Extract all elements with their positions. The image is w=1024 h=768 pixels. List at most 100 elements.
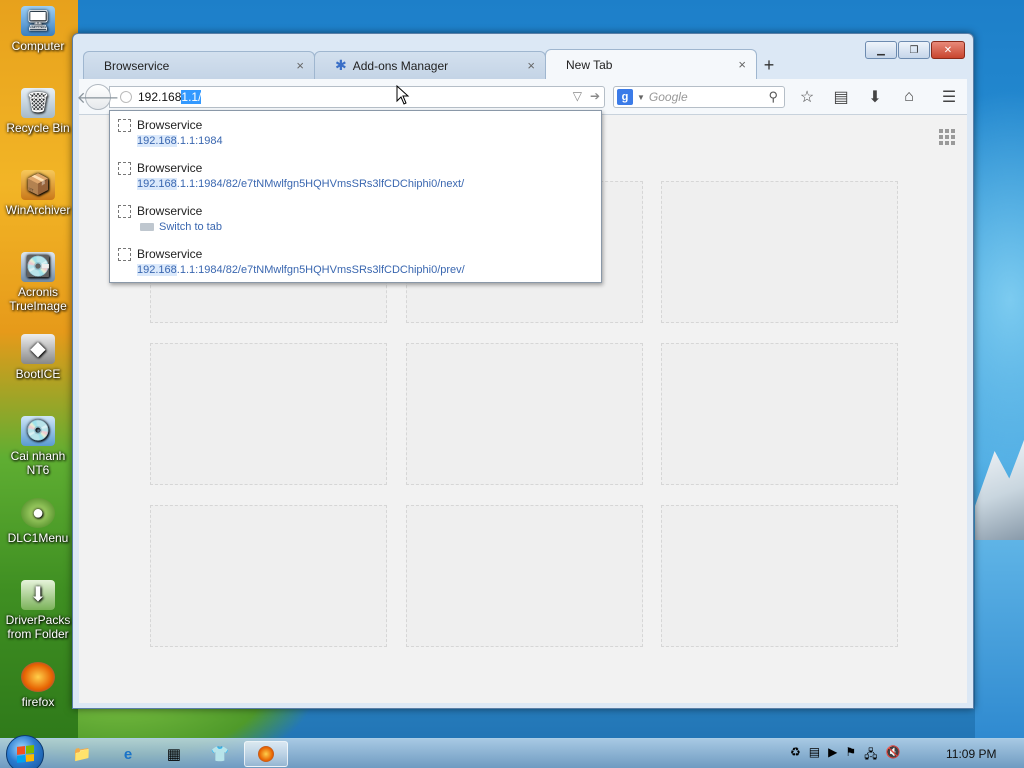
switch-to-tab-label: Switch to tab [159,221,222,233]
desktop-icon-label: WinArchiver [5,203,71,217]
tab-new-tab[interactable]: New Tab × [545,49,757,79]
tab-label: Add-ons Manager [352,58,449,73]
desktop-icon-acronis[interactable]: 💽 Acronis TrueImage [0,252,76,313]
url-autocomplete-selection: 1.1/ [181,90,202,104]
recycle-bin-icon: 🗑 [21,88,55,118]
go-arrow-icon[interactable]: ➔ [590,89,600,103]
home-icon[interactable]: ⌂ [897,85,921,109]
bookmarks-menu-icon[interactable]: ▤ [829,85,853,109]
suggestion-title: Browservice [137,204,203,218]
desktop-icon-label: Recycle Bin [6,121,70,135]
desktop-wallpaper-sea [975,540,1024,738]
desktop-icon-label: Acronis TrueImage [9,285,67,313]
downloads-icon[interactable]: ⬇ [863,85,887,109]
window-controls: ▁ ❐ ✕ [864,41,965,59]
tile-9[interactable] [661,505,898,647]
suggestion-title: Browservice [137,118,203,132]
archive-icon: 📦 [21,170,55,200]
desktop-icon-firefox[interactable]: firefox [0,662,76,709]
tray-network-icon[interactable]: 🖧 [864,745,877,766]
close-window-button[interactable]: ✕ [931,41,965,59]
tab-icon [140,223,154,231]
desktop-icon-driverpacks[interactable]: ⬇ DriverPacks from Folder [0,580,76,641]
menu-hamburger-icon[interactable]: ☰ [937,85,961,109]
taskbar-explorer-button[interactable]: 📁 [60,741,104,767]
search-bar[interactable]: g ▼ Google ⚲ [613,86,785,108]
internet-explorer-icon: e [123,745,133,763]
bookmark-star-icon[interactable]: ☆ [795,85,819,109]
tab-browservice[interactable]: Browservice × [83,51,315,79]
tab-addons-manager[interactable]: ✱ Add-ons Manager × [314,51,546,79]
desktop-icon-computer[interactable]: 🖥 Computer [0,6,76,53]
taskbar-app2-button[interactable]: 👕 [198,741,242,767]
desktop-icon-label: Computer [11,39,65,53]
tab-strip: Browservice × ✱ Add-ons Manager × New Ta… [83,49,782,79]
url-bar[interactable]: 192.168 1.1/ ▽ ➔ [109,86,605,108]
suggestion-url-rest: .1.1:1984/82/e7tNMwlfgn5HQHVmsSRs3lfCDCh… [176,264,465,276]
tray-app-icon[interactable]: ♻ [790,745,801,766]
suggestion-url-rest: .1.1:1984 [176,135,223,147]
taskbar-firefox-button[interactable] [244,741,288,767]
search-icon[interactable]: ⚲ [768,89,778,105]
suggestion-url-match: 192.168 [137,264,177,276]
url-typed-text: 192.168 [138,90,182,104]
mouse-cursor-icon [396,85,410,105]
suggestion-item-switch-tab[interactable]: Browservice Switch to tab [110,197,601,240]
taskbar-app-button[interactable]: ▦ [152,741,196,767]
tab-close-icon[interactable]: × [738,57,746,72]
desktop-icon-label: BootICE [15,367,61,381]
toolbar-buttons: ☆ ▤ ⬇ ⌂ ☰ [795,85,961,109]
taskbar: 📁 e ▦ 👕 ♻ ▤ ▶ ⚑ 🖧 🔇 11:09 PM [0,735,1024,768]
desktop-icon-dlc1menu[interactable]: ● DLC1Menu [0,498,76,545]
url-bar-actions: ▽ ➔ [573,89,600,103]
suggestion-url-match: 192.168 [137,135,177,147]
close-icon: ✕ [943,44,953,56]
start-button[interactable] [6,735,44,768]
page-favicon-icon [118,205,131,218]
desktop-icon-winarchiver[interactable]: 📦 WinArchiver [0,170,76,217]
desktop-wallpaper-mountain [975,440,1024,550]
google-icon[interactable]: g [617,89,633,105]
desktop-icon-recycle-bin[interactable]: 🗑 Recycle Bin [0,88,76,135]
taskbar-clock[interactable]: 11:09 PM [946,747,996,761]
tile-7[interactable] [150,505,387,647]
maximize-button[interactable]: ❐ [898,41,930,59]
taskbar-ie-button[interactable]: e [106,741,150,767]
dropdown-arrow-icon[interactable]: ▽ [573,89,582,103]
acronis-icon: 💽 [21,252,55,282]
dlc-icon: ● [21,498,55,528]
suggestion-url: 192.168.1.1:1984/82/e7tNMwlfgn5HQHVmsSRs… [137,178,464,190]
tray-flag-icon[interactable]: ⚑ [845,745,856,766]
minimize-button[interactable]: ▁ [865,41,897,59]
tile-6[interactable] [661,343,898,485]
tab-close-icon[interactable]: × [527,58,535,73]
suggestion-item[interactable]: Browservice 192.168.1.1:1984/82/e7tNMwlf… [110,154,601,197]
suggestion-url-rest: .1.1:1984/82/e7tNMwlfgn5HQHVmsSRs3lfCDCh… [176,178,465,190]
page-favicon-icon [118,162,131,175]
search-placeholder: Google [648,90,688,104]
grid-toggle-icon[interactable] [939,129,955,145]
desktop-icon-bootice[interactable]: ◆ BootICE [0,334,76,381]
tray-volume-muted-icon[interactable]: 🔇 [886,745,901,766]
suggestion-item[interactable]: Browservice 192.168.1.1:1984/82/e7tNMwlf… [110,240,601,283]
tab-close-icon[interactable]: × [296,58,304,73]
firefox-icon [21,662,55,692]
new-tab-button[interactable]: + [756,51,782,79]
suggestion-item[interactable]: Browservice 192.168.1.1:1984 [110,111,601,154]
bootice-icon: ◆ [21,334,55,364]
tile-3[interactable] [661,181,898,323]
tile-5[interactable] [406,343,643,485]
tile-4[interactable] [150,343,387,485]
globe-icon [120,91,132,103]
desktop-icon-label: Cai nhanh NT6 [10,449,66,477]
puzzle-piece-icon: ✱ [335,57,347,73]
maximize-icon: ❐ [909,44,919,56]
engine-dropdown-icon[interactable]: ▼ [637,93,645,102]
tile-8[interactable] [406,505,643,647]
back-button[interactable]: 🡐 [77,84,119,110]
windows-logo-icon [17,745,34,763]
desktop-icon-cai-nhanh[interactable]: 💿 Cai nhanh NT6 [0,416,76,477]
tray-stack-icon[interactable]: ▤ [809,745,820,766]
suggestion-url: 192.168.1.1:1984 [137,135,223,147]
tray-media-icon[interactable]: ▶ [828,745,837,766]
